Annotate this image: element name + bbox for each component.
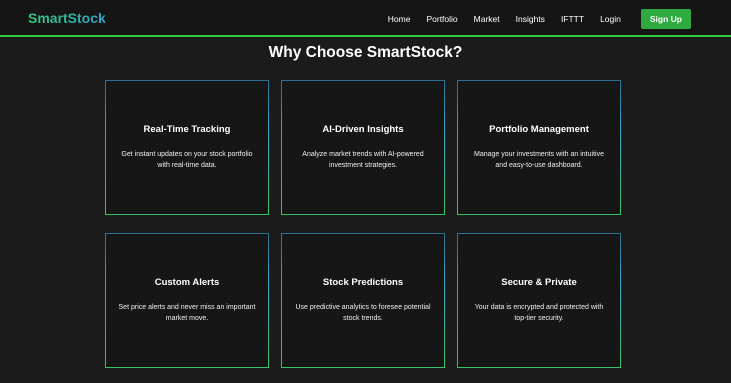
- nav-link-login[interactable]: Login: [600, 14, 621, 24]
- feature-card-title: Secure & Private: [501, 277, 577, 289]
- feature-card-real-time-tracking: Real-Time Tracking Get instant updates o…: [105, 80, 269, 215]
- feature-card-stock-predictions: Stock Predictions Use predictive analyti…: [281, 233, 445, 368]
- feature-card-description: Analyze market trends with AI-powered in…: [302, 151, 424, 169]
- feature-card-description: Your data is encrypted and protected wit…: [474, 304, 604, 322]
- feature-card-portfolio-management: Portfolio Management Manage your investm…: [457, 80, 621, 215]
- nav-link-portfolio[interactable]: Portfolio: [426, 14, 457, 24]
- nav-link-home[interactable]: Home: [388, 14, 411, 24]
- feature-card-ai-driven-insights: AI-Driven Insights Analyze market trends…: [281, 80, 445, 215]
- section-heading: Why Choose SmartStock?: [268, 44, 463, 61]
- feature-card-title: Real-Time Tracking: [143, 124, 231, 136]
- feature-card-title: Stock Predictions: [322, 277, 404, 289]
- nav-link-market[interactable]: Market: [474, 14, 500, 24]
- feature-card-secure-private: Secure & Private Your data is encrypted …: [457, 233, 621, 368]
- navbar: SmartStock Home Portfolio Market Insight…: [0, 0, 731, 37]
- feature-card-title: Portfolio Management: [489, 124, 589, 136]
- nav-links: Home Portfolio Market Insights IFTTT Log…: [388, 9, 691, 29]
- nav-link-ifttt[interactable]: IFTTT: [561, 14, 584, 24]
- feature-card-title: AI-Driven Insights: [322, 124, 404, 136]
- feature-card-description: Manage your investments with an intuitiv…: [474, 151, 604, 169]
- nav-link-insights[interactable]: Insights: [516, 14, 545, 24]
- feature-card-description: Get instant updates on your stock portfo…: [121, 151, 253, 169]
- feature-card-description: Set price alerts and never miss an impor…: [118, 304, 256, 322]
- sign-up-button[interactable]: Sign Up: [640, 9, 691, 29]
- feature-card-custom-alerts: Custom Alerts Set price alerts and never…: [105, 233, 269, 368]
- feature-card-description: Use predictive analytics to foresee pote…: [295, 304, 431, 322]
- brand-logo[interactable]: SmartStock: [28, 10, 106, 26]
- feature-card-title: Custom Alerts: [154, 277, 220, 289]
